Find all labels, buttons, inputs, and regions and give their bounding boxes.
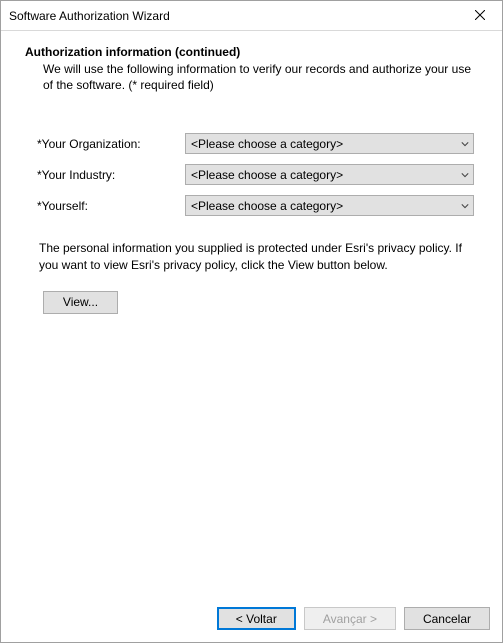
cancel-button[interactable]: Cancelar xyxy=(404,607,490,630)
view-button[interactable]: View... xyxy=(43,291,118,314)
select-industry-value: <Please choose a category> xyxy=(191,168,343,182)
label-organization: *Your Organization: xyxy=(37,137,185,151)
label-yourself: *Yourself: xyxy=(37,199,185,213)
chevron-down-icon xyxy=(457,202,473,210)
close-button[interactable] xyxy=(457,1,502,30)
select-yourself[interactable]: <Please choose a category> xyxy=(185,195,474,216)
page-description: We will use the following information to… xyxy=(43,61,478,93)
window-title: Software Authorization Wizard xyxy=(9,9,170,23)
row-organization: *Your Organization: <Please choose a cat… xyxy=(37,133,474,154)
next-button: Avançar > xyxy=(304,607,396,630)
page-heading: Authorization information (continued) xyxy=(25,45,484,59)
row-yourself: *Yourself: <Please choose a category> xyxy=(37,195,474,216)
back-button[interactable]: < Voltar xyxy=(217,607,296,630)
select-yourself-value: <Please choose a category> xyxy=(191,199,343,213)
select-organization[interactable]: <Please choose a category> xyxy=(185,133,474,154)
wizard-footer: < Voltar Avançar > Cancelar xyxy=(1,597,502,642)
close-icon xyxy=(475,9,485,23)
wizard-window: Software Authorization Wizard Authorizat… xyxy=(0,0,503,643)
chevron-down-icon xyxy=(457,140,473,148)
row-industry: *Your Industry: <Please choose a categor… xyxy=(37,164,474,185)
select-industry[interactable]: <Please choose a category> xyxy=(185,164,474,185)
label-industry: *Your Industry: xyxy=(37,168,185,182)
titlebar: Software Authorization Wizard xyxy=(1,1,502,31)
privacy-notice: The personal information you supplied is… xyxy=(39,240,474,272)
form-area: *Your Organization: <Please choose a cat… xyxy=(37,133,474,216)
content-area: Authorization information (continued) We… xyxy=(1,31,502,597)
select-organization-value: <Please choose a category> xyxy=(191,137,343,151)
chevron-down-icon xyxy=(457,171,473,179)
